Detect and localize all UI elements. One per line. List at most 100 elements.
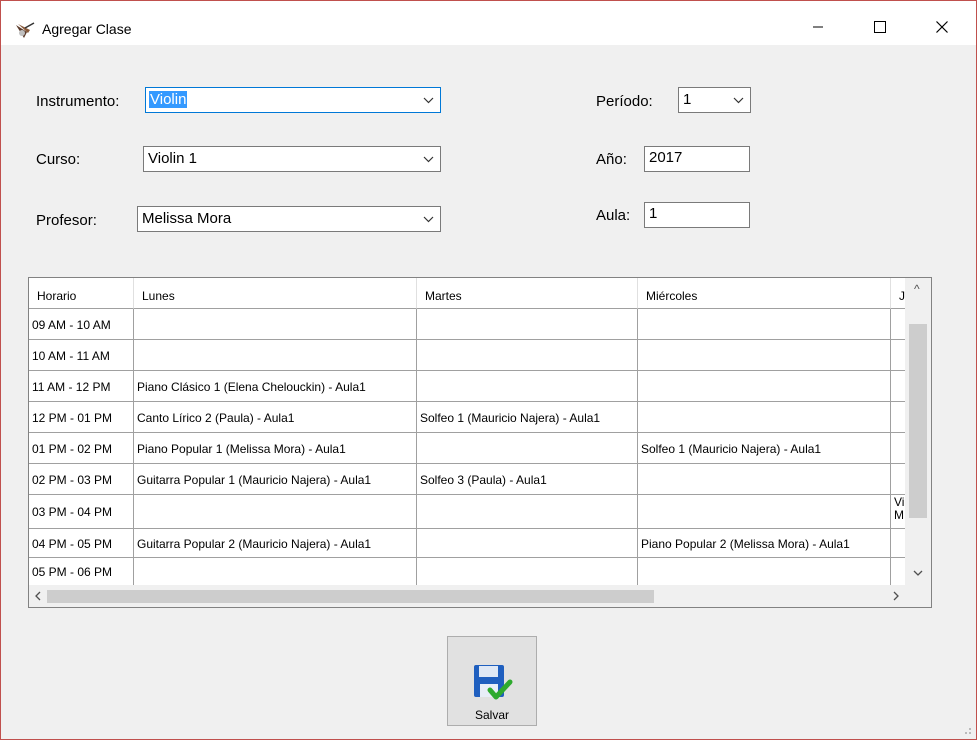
schedule-cell[interactable]: Solfeo 3 (Paula) - Aula1 — [417, 464, 638, 495]
schedule-cell[interactable] — [417, 309, 638, 340]
time-slot-cell[interactable]: 02 PM - 03 PM — [29, 464, 134, 495]
resize-grip-icon[interactable] — [960, 723, 972, 735]
cell-text: Vi M — [894, 495, 905, 522]
time-slot-cell[interactable]: 03 PM - 04 PM — [29, 495, 134, 529]
schedule-cell[interactable] — [134, 558, 417, 586]
cell-text: 04 PM - 05 PM — [32, 537, 113, 551]
cell-text: 02 PM - 03 PM — [32, 473, 113, 487]
cell-text: 11 AM - 12 PM — [32, 380, 111, 394]
aula-label: Aula: — [596, 207, 631, 224]
time-slot-cell[interactable]: 12 PM - 01 PM — [29, 402, 134, 433]
schedule-cell[interactable]: Guitarra Popular 1 (Mauricio Najera) - A… — [134, 464, 417, 495]
cell-text: Canto Lírico 2 (Paula) - Aula1 — [137, 411, 295, 425]
floppy-disk-check-icon — [474, 665, 513, 700]
time-slot-cell[interactable]: 05 PM - 06 PM — [29, 558, 134, 586]
vertical-scrollbar[interactable]: ^ — [905, 278, 931, 585]
scroll-up-icon[interactable]: ^ — [914, 282, 920, 296]
title-bar: Agregar Clase — [1, 1, 976, 45]
schedule-cell[interactable]: Solfeo 1 (Mauricio Najera) - Aula1 — [638, 433, 891, 464]
schedule-cell[interactable] — [417, 495, 638, 529]
maximize-button[interactable] — [857, 11, 903, 43]
column-header-label: Lunes — [142, 289, 175, 303]
time-slot-cell[interactable]: 10 AM - 11 AM — [29, 340, 134, 371]
cell-text: Solfeo 1 (Mauricio Najera) - Aula1 — [420, 411, 601, 425]
schedule-cell[interactable]: Solfeo 1 (Mauricio Najera) - Aula1 — [417, 402, 638, 433]
schedule-cell[interactable]: Piano Popular 2 (Melissa Mora) - Aula1 — [638, 529, 891, 558]
maximize-icon — [874, 21, 886, 33]
anio-label: Año: — [596, 151, 627, 168]
cell-text: 09 AM - 10 AM — [32, 318, 111, 332]
scroll-right-icon[interactable] — [893, 591, 900, 601]
curso-label: Curso: — [36, 151, 81, 168]
chevron-down-icon — [423, 156, 434, 163]
minimize-icon — [813, 26, 823, 28]
column-header-label: Martes — [425, 289, 462, 303]
curso-dropdown[interactable]: Violin 1 — [143, 146, 441, 172]
anio-input[interactable] — [649, 149, 733, 166]
chevron-down-icon — [423, 97, 434, 104]
close-icon — [936, 21, 948, 33]
schedule-cell[interactable] — [417, 558, 638, 586]
schedule-cell[interactable] — [638, 558, 891, 586]
time-slot-cell[interactable]: 09 AM - 10 AM — [29, 309, 134, 340]
schedule-cell[interactable]: Piano Popular 1 (Melissa Mora) - Aula1 — [134, 433, 417, 464]
schedule-grid[interactable]: Horario Lunes Martes Miércoles J 09 AM - 10 … — [28, 277, 932, 608]
column-header-label: Horario — [37, 289, 77, 303]
anio-field[interactable] — [644, 146, 750, 172]
horizontal-scrollbar[interactable] — [29, 585, 931, 607]
column-header-lunes[interactable]: Lunes — [134, 278, 417, 309]
schedule-cell[interactable] — [134, 309, 417, 340]
aula-field[interactable] — [644, 202, 750, 228]
cell-text: 05 PM - 06 PM — [32, 565, 113, 579]
schedule-cell[interactable] — [417, 433, 638, 464]
schedule-cell[interactable] — [134, 495, 417, 529]
scroll-left-icon[interactable] — [34, 591, 41, 601]
schedule-cell[interactable]: Piano Clásico 1 (Elena Chelouckin) - Aul… — [134, 371, 417, 402]
window-title: Agregar Clase — [42, 21, 132, 37]
time-slot-cell[interactable]: 04 PM - 05 PM — [29, 529, 134, 558]
instrumento-dropdown[interactable]: Violin — [145, 87, 441, 113]
schedule-cell[interactable] — [417, 371, 638, 402]
schedule-cell[interactable] — [134, 340, 417, 371]
chevron-down-icon — [733, 97, 744, 104]
instrumento-label: Instrumento: — [36, 93, 120, 110]
save-label: Salvar — [474, 708, 509, 722]
schedule-cell[interactable]: Guitarra Popular 2 (Mauricio Najera) - A… — [134, 529, 417, 558]
schedule-cell[interactable] — [638, 402, 891, 433]
vertical-scroll-thumb[interactable] — [909, 324, 927, 518]
schedule-cell[interactable] — [417, 529, 638, 558]
column-header-miércoles[interactable]: Miércoles — [638, 278, 891, 309]
minimize-button[interactable] — [795, 11, 841, 43]
cell-text: 10 AM - 11 AM — [32, 349, 110, 363]
schedule-cell[interactable] — [638, 309, 891, 340]
time-slot-cell[interactable]: 11 AM - 12 PM — [29, 371, 134, 402]
periodo-label: Período: — [596, 93, 653, 110]
scroll-down-icon[interactable] — [913, 570, 923, 577]
column-header-horario[interactable]: Horario — [29, 278, 134, 309]
profesor-dropdown[interactable]: Melissa Mora — [137, 206, 441, 232]
schedule-cell[interactable] — [638, 371, 891, 402]
time-slot-cell[interactable]: 01 PM - 02 PM — [29, 433, 134, 464]
periodo-value: 1 — [683, 91, 692, 108]
schedule-cell[interactable] — [638, 495, 891, 529]
agregar-clase-window: Agregar Clase Instrumento: Violin Curso:… — [0, 0, 977, 740]
cell-text: Guitarra Popular 2 (Mauricio Najera) - A… — [137, 537, 372, 551]
column-header-label: Miércoles — [646, 289, 698, 303]
profesor-label: Profesor: — [36, 212, 97, 229]
schedule-cell[interactable] — [417, 340, 638, 371]
guitar-app-icon — [16, 22, 35, 38]
profesor-value: Melissa Mora — [142, 210, 232, 227]
cell-text: Guitarra Popular 1 (Mauricio Najera) - A… — [137, 473, 372, 487]
chevron-down-icon — [423, 216, 434, 223]
aula-input[interactable] — [649, 205, 733, 222]
horizontal-scroll-thumb[interactable] — [47, 590, 654, 603]
cell-text: Piano Popular 1 (Melissa Mora) - Aula1 — [137, 442, 346, 456]
schedule-cell[interactable] — [638, 464, 891, 495]
schedule-cell[interactable] — [638, 340, 891, 371]
close-button[interactable] — [919, 11, 965, 43]
schedule-cell[interactable]: Canto Lírico 2 (Paula) - Aula1 — [134, 402, 417, 433]
periodo-dropdown[interactable]: 1 — [678, 87, 751, 113]
column-header-martes[interactable]: Martes — [417, 278, 638, 309]
cell-text: Piano Popular 2 (Melissa Mora) - Aula1 — [641, 537, 850, 551]
save-button[interactable]: Salvar — [447, 636, 537, 726]
